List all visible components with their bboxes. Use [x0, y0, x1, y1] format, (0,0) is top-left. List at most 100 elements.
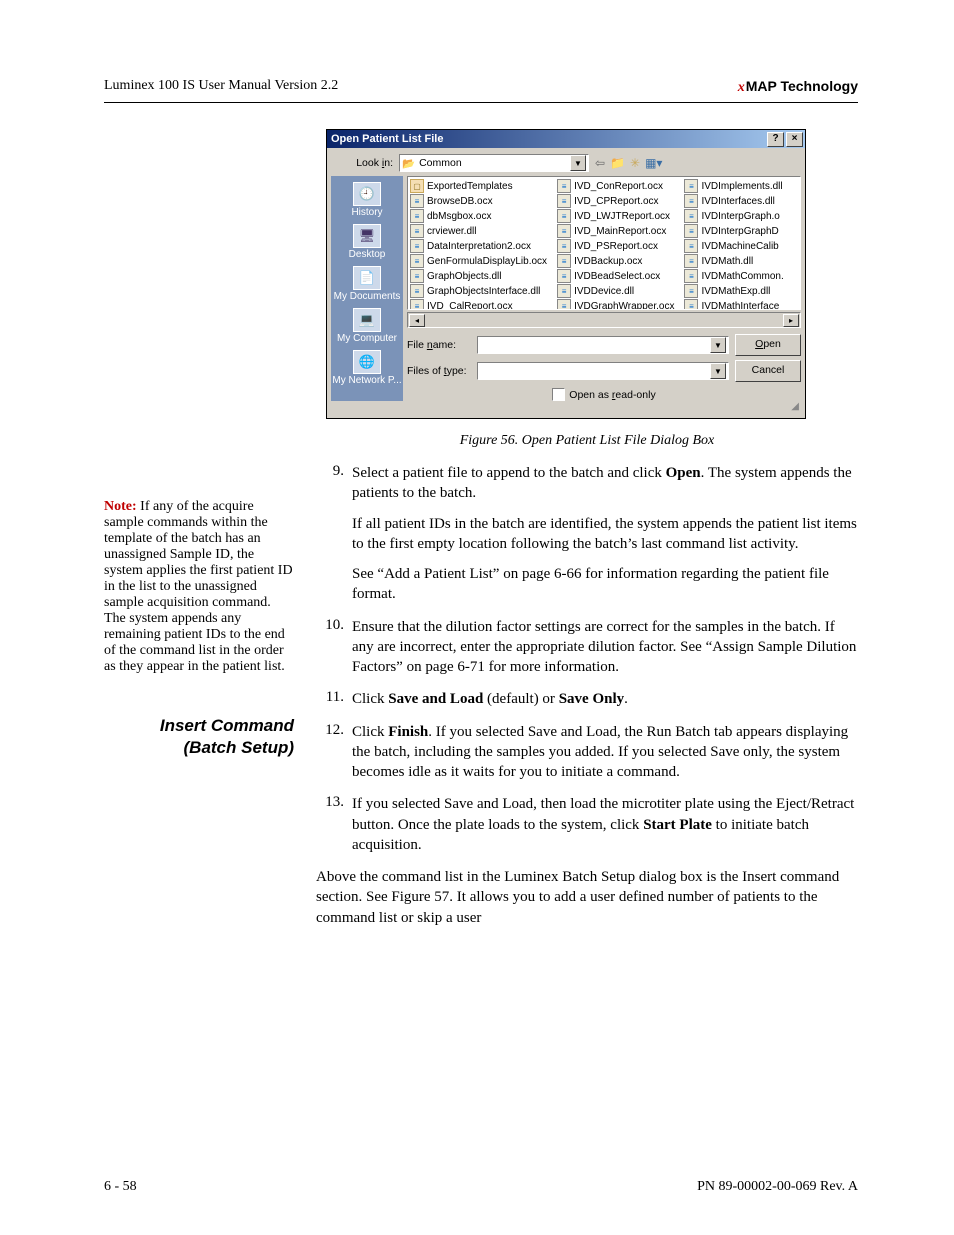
list-item[interactable]: ≡IVDMathExp.dll — [684, 284, 783, 298]
file-icon: ≡ — [557, 299, 571, 310]
file-icon: ≡ — [684, 239, 698, 253]
file-icon: ≡ — [684, 299, 698, 310]
footer-left: 6 - 58 — [104, 1179, 137, 1195]
lookin-value: Common — [419, 157, 462, 169]
list-item[interactable]: ≡IVDBeadSelect.ocx — [557, 269, 674, 283]
file-icon: ≡ — [684, 224, 698, 238]
list-item[interactable]: ≡GraphObjects.dll — [410, 269, 547, 283]
new-folder-icon[interactable]: ✳ — [630, 156, 640, 170]
procedure-steps: 9.Select a patient file to append to the… — [316, 463, 858, 855]
list-item[interactable]: ≡IVD_CPReport.ocx — [557, 194, 674, 208]
file-list[interactable]: ▢ExportedTemplates ≡BrowseDB.ocx ≡dbMsgb… — [407, 176, 801, 310]
scroll-left-icon[interactable]: ◂ — [409, 314, 425, 327]
place-network[interactable]: 🌐My Network P... — [332, 348, 401, 388]
list-item[interactable]: ≡DataInterpretation2.ocx — [410, 239, 547, 253]
list-item[interactable]: ≡IVD_ConReport.ocx — [557, 179, 674, 193]
file-icon: ≡ — [410, 254, 424, 268]
horizontal-scrollbar[interactable]: ◂ ▸ — [407, 312, 801, 328]
file-icon: ≡ — [557, 239, 571, 253]
scroll-right-icon[interactable]: ▸ — [783, 314, 799, 327]
file-icon: ≡ — [684, 269, 698, 283]
file-icon: ≡ — [557, 179, 571, 193]
file-icon: ≡ — [410, 209, 424, 223]
list-item[interactable]: ≡IVD_MainReport.ocx — [557, 224, 674, 238]
header-left: Luminex 100 IS User Manual Version 2.2 — [104, 78, 338, 96]
list-item[interactable]: ≡dbMsgbox.ocx — [410, 209, 547, 223]
place-history[interactable]: 🕘History — [351, 180, 382, 220]
readonly-checkbox[interactable] — [552, 388, 565, 401]
list-item[interactable]: ≡IVDDevice.dll — [557, 284, 674, 298]
file-icon: ≡ — [684, 194, 698, 208]
list-item[interactable]: ≡IVDMachineCalib — [684, 239, 783, 253]
list-item[interactable]: ≡IVD_LWJTReport.ocx — [557, 209, 674, 223]
place-mycomputer[interactable]: 💻My Computer — [337, 306, 397, 346]
figure-caption: Figure 56. Open Patient List File Dialog… — [316, 433, 858, 449]
file-icon: ≡ — [410, 194, 424, 208]
file-icon: ≡ — [557, 254, 571, 268]
file-icon: ≡ — [557, 194, 571, 208]
views-icon[interactable]: ▦▾ — [645, 156, 662, 170]
file-icon: ≡ — [684, 179, 698, 193]
list-item[interactable]: ≡crviewer.dll — [410, 224, 547, 238]
list-item[interactable]: ≡IVDGraphWrapper.ocx — [557, 299, 674, 310]
file-icon: ≡ — [684, 284, 698, 298]
file-icon: ≡ — [684, 209, 698, 223]
file-icon: ≡ — [410, 299, 424, 310]
up-folder-icon[interactable]: 📁 — [610, 156, 625, 170]
list-item[interactable]: ≡IVDMathCommon. — [684, 269, 783, 283]
file-icon: ≡ — [410, 269, 424, 283]
list-item[interactable]: ≡IVDBackup.ocx — [557, 254, 674, 268]
lookin-label: Look in: — [331, 157, 393, 169]
chevron-down-icon[interactable]: ▼ — [710, 363, 726, 379]
file-icon: ≡ — [557, 269, 571, 283]
header-right: xMAP Technology — [738, 78, 858, 96]
list-item[interactable]: ≡IVD_CalReport.ocx — [410, 299, 547, 310]
folder-icon: ▢ — [410, 179, 424, 193]
list-item[interactable]: ≡GenFormulaDisplayLib.ocx — [410, 254, 547, 268]
help-button[interactable]: ? — [767, 132, 784, 147]
place-desktop[interactable]: 🖥Desktop — [349, 222, 386, 262]
desktop-icon: 🖥 — [353, 224, 381, 248]
footer-right: PN 89-00002-00-069 Rev. A — [697, 1179, 858, 1195]
list-item[interactable]: ≡IVD_PSReport.ocx — [557, 239, 674, 253]
place-mydocs[interactable]: 📄My Documents — [334, 264, 401, 304]
note-label: Note: — [104, 499, 137, 514]
dialog-titlebar: Open Patient List File ? × — [327, 130, 805, 148]
list-item[interactable]: ≡GraphObjectsInterface.dll — [410, 284, 547, 298]
file-icon: ≡ — [410, 239, 424, 253]
list-item[interactable]: ≡BrowseDB.ocx — [410, 194, 547, 208]
file-icon: ≡ — [684, 254, 698, 268]
list-item[interactable]: ≡IVDMathInterface — [684, 299, 783, 310]
list-item[interactable]: ≡IVDImplements.dll — [684, 179, 783, 193]
list-item[interactable]: ≡IVDMath.dll — [684, 254, 783, 268]
running-header: Luminex 100 IS User Manual Version 2.2 x… — [104, 78, 858, 103]
filename-label: File name: — [407, 339, 471, 351]
back-icon[interactable]: ⇦ — [595, 156, 605, 170]
close-button[interactable]: × — [786, 132, 803, 147]
file-icon: ≡ — [557, 209, 571, 223]
margin-note: Note: If any of the acquire sample comma… — [104, 499, 294, 675]
computer-icon: 💻 — [353, 308, 381, 332]
resize-grip-icon[interactable]: ◢ — [331, 401, 801, 412]
cancel-button[interactable]: Cancel — [735, 360, 801, 382]
lookin-dropdown[interactable]: 📂 Common ▼ — [399, 154, 589, 172]
readonly-label: Open as read-only — [569, 389, 655, 401]
filename-input[interactable]: ▼ — [477, 336, 729, 354]
folder-icon: 📂 — [402, 157, 415, 170]
file-icon: ≡ — [557, 284, 571, 298]
section-heading: Insert Command (Batch Setup) — [104, 715, 294, 759]
list-item[interactable]: ≡IVDInterpGraphD — [684, 224, 783, 238]
file-icon: ≡ — [410, 224, 424, 238]
filetype-dropdown[interactable]: ▼ — [477, 362, 729, 380]
chevron-down-icon[interactable]: ▼ — [710, 337, 726, 353]
list-item[interactable]: ≡IVDInterfaces.dll — [684, 194, 783, 208]
places-bar: 🕘History 🖥Desktop 📄My Documents 💻My Comp… — [331, 176, 403, 401]
documents-icon: 📄 — [353, 266, 381, 290]
page-footer: 6 - 58 PN 89-00002-00-069 Rev. A — [104, 1179, 858, 1195]
chevron-down-icon[interactable]: ▼ — [570, 155, 586, 171]
file-icon: ≡ — [557, 224, 571, 238]
list-item[interactable]: ≡IVDInterpGraph.o — [684, 209, 783, 223]
open-button[interactable]: Open — [735, 334, 801, 356]
list-item[interactable]: ▢ExportedTemplates — [410, 179, 547, 193]
dialog-title: Open Patient List File — [331, 133, 443, 145]
